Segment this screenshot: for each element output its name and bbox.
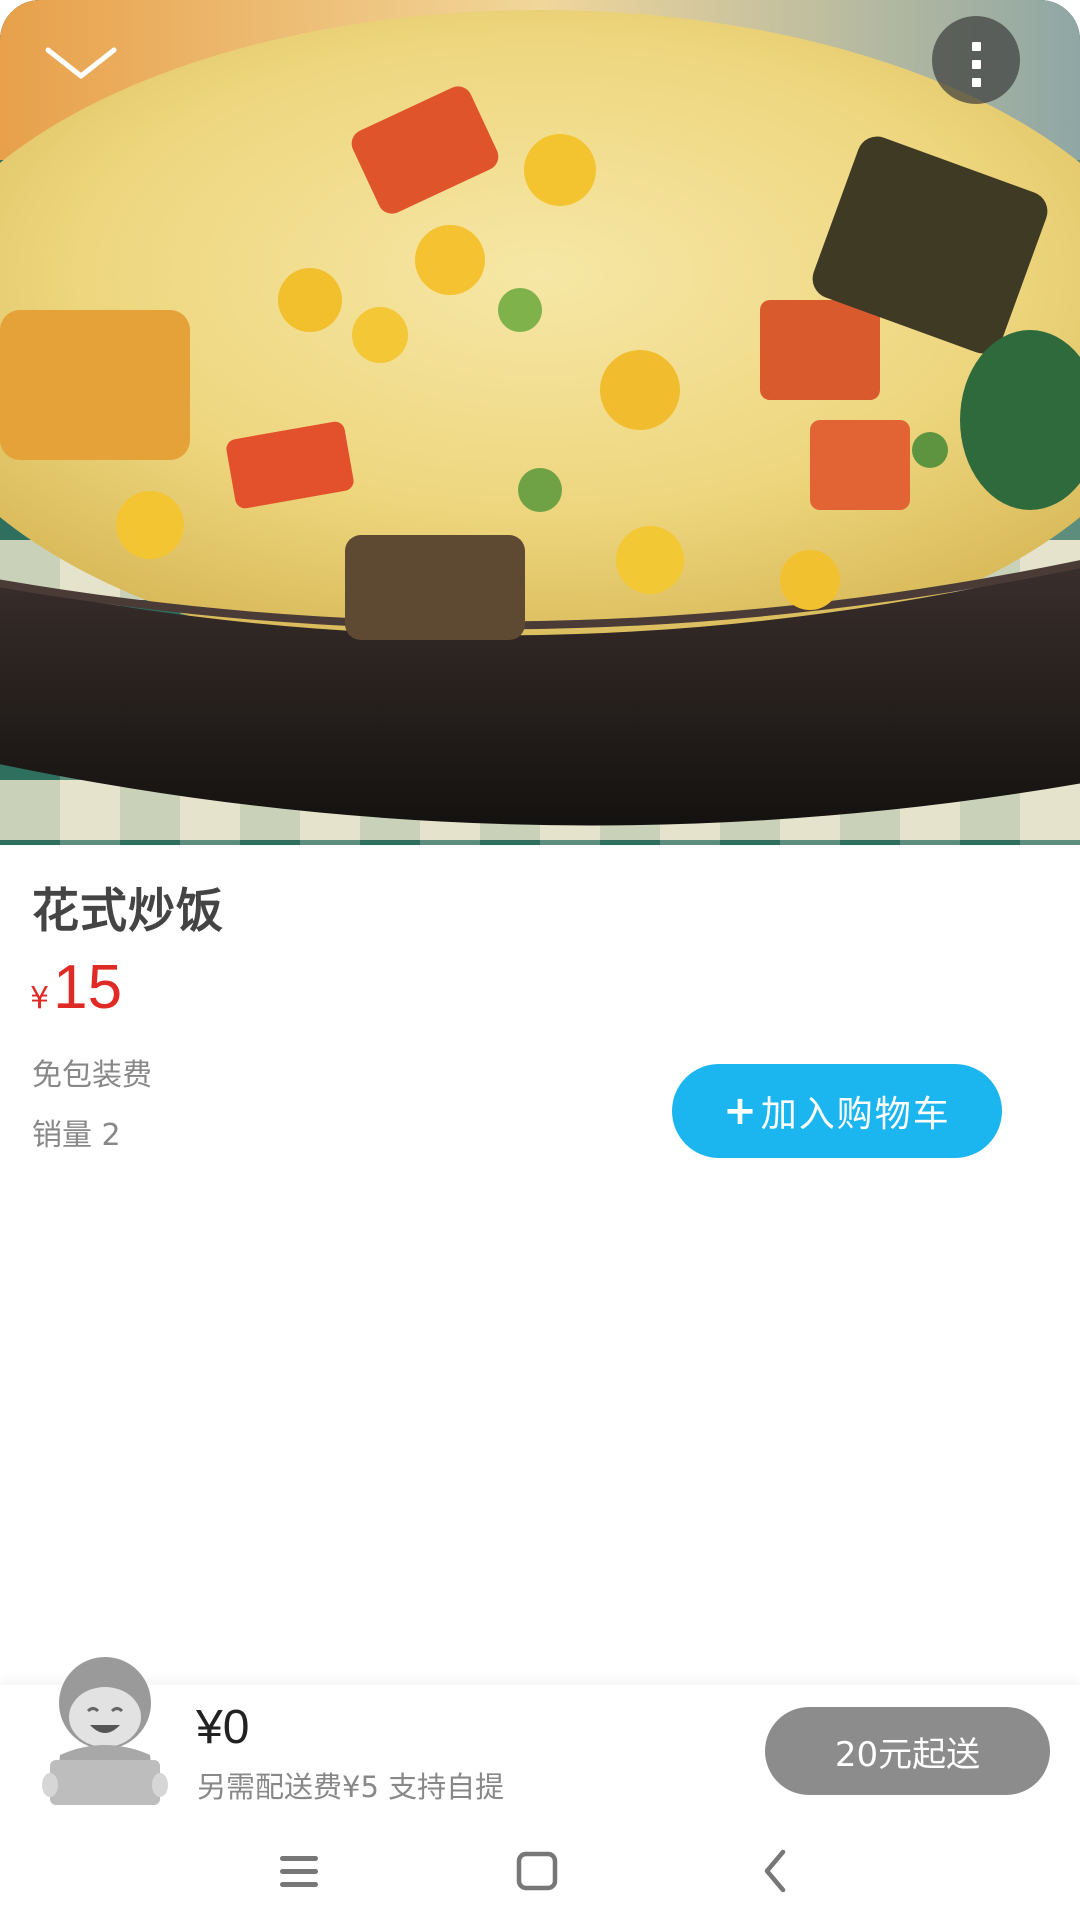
plus-icon: + (723, 1088, 759, 1134)
recent-apps-icon (280, 1856, 318, 1887)
min-order-button[interactable]: 20元起送 (765, 1707, 1050, 1795)
product-image (0, 0, 1080, 845)
price-value: 15 (53, 953, 123, 1022)
more-vertical-icon (972, 42, 981, 51)
collapse-button[interactable] (40, 36, 122, 92)
more-options-button[interactable] (932, 16, 1020, 104)
add-to-cart-button[interactable]: + 加入购物车 (672, 1064, 1002, 1158)
delivery-mascot-icon[interactable] (30, 1655, 180, 1810)
cart-total: ¥0 (196, 1701, 250, 1754)
recent-apps-button[interactable] (270, 1842, 330, 1898)
more-vertical-icon-dot (972, 78, 981, 87)
sales-count: 销量 2 (32, 1118, 121, 1153)
more-vertical-icon-dot (972, 60, 981, 69)
back-icon (764, 1849, 786, 1893)
food-photo (0, 0, 1080, 845)
product-name: 花式炒饭 (32, 884, 224, 939)
product-price: ¥15 (30, 952, 122, 1023)
packaging-note: 免包装费 (32, 1058, 152, 1093)
currency-symbol: ¥ (30, 981, 50, 1016)
back-button[interactable] (745, 1842, 805, 1898)
chevron-down-icon (45, 47, 117, 79)
delivery-fee-note: 另需配送费¥5 支持自提 (197, 1770, 505, 1804)
add-to-cart-label: 加入购物车 (760, 1094, 951, 1135)
home-button[interactable] (507, 1842, 567, 1898)
home-icon (516, 1851, 558, 1891)
